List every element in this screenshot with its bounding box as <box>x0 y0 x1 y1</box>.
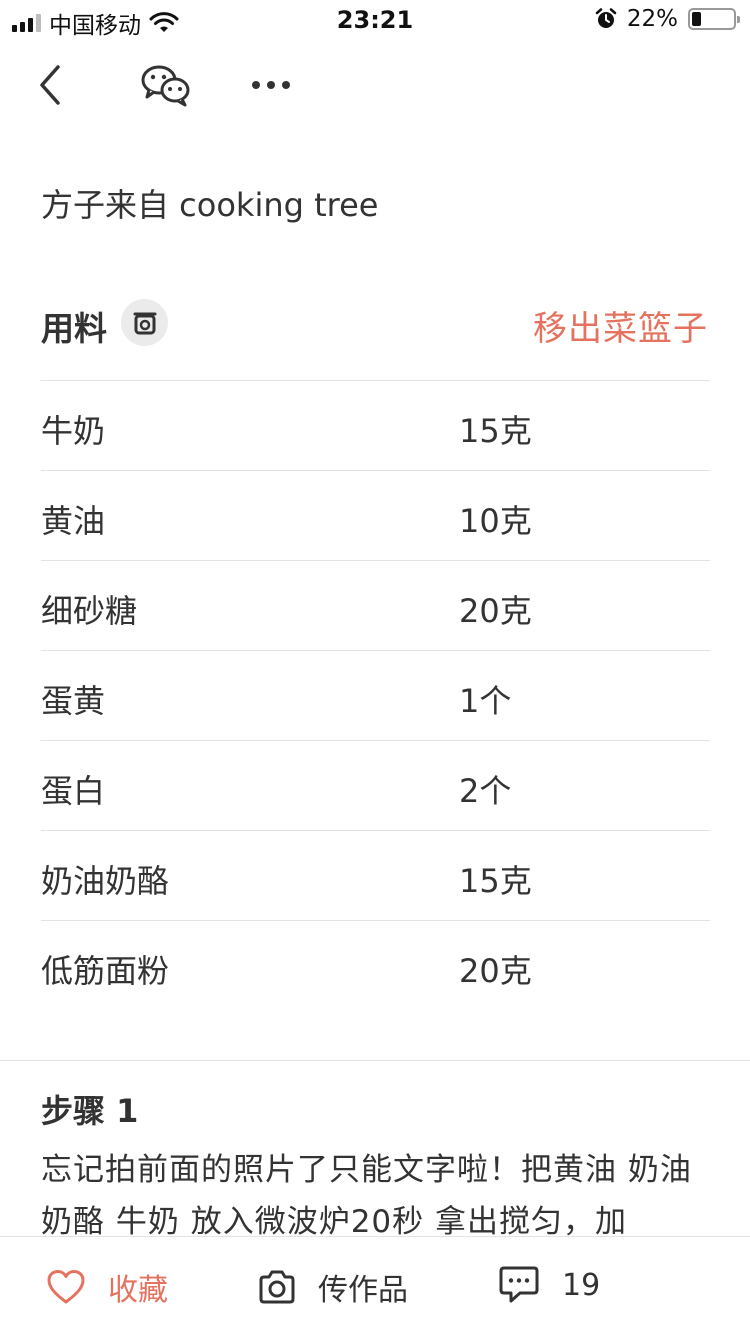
ingredients-header: 用料 移出菜篮子 <box>41 296 710 352</box>
ingredient-quantity: 15克 <box>459 862 532 900</box>
favorite-label: 收藏 <box>108 1273 168 1308</box>
ingredient-quantity: 20克 <box>459 592 532 630</box>
ingredient-name: 奶油奶酪 <box>41 862 170 900</box>
scale-button[interactable] <box>121 299 168 346</box>
nav-bar <box>0 44 750 124</box>
recipe-source: 方子来自 cooking tree <box>41 186 379 224</box>
upload-work-button[interactable]: 传作品 <box>258 1265 408 1309</box>
ingredient-name: 蛋白 <box>41 772 106 810</box>
kitchen-scale-icon <box>133 312 156 334</box>
back-button[interactable] <box>30 60 70 110</box>
heart-icon <box>47 1270 85 1304</box>
remove-from-basket-button[interactable]: 移出菜篮子 <box>533 301 708 350</box>
ingredient-row: 蛋白 2个 <box>41 740 710 830</box>
ingredient-quantity: 10克 <box>459 502 532 540</box>
more-button[interactable] <box>244 60 298 110</box>
wechat-share-button[interactable] <box>138 60 194 110</box>
ingredient-quantity: 1个 <box>459 682 512 720</box>
status-bar: 中国移动 23:21 22% <box>0 0 750 40</box>
comment-count: 19 <box>562 1267 601 1303</box>
step-text: 忘记拍前面的照片了只能文字啦！把黄油 奶油奶酪 牛奶 放入微波炉20秒 拿出搅匀… <box>41 1152 692 1240</box>
ingredient-row: 牛奶 15克 <box>41 380 710 470</box>
ingredient-row: 奶油奶酪 15克 <box>41 830 710 920</box>
comments-button[interactable]: 19 <box>498 1265 600 1305</box>
comment-icon <box>499 1266 539 1303</box>
upload-work-label: 传作品 <box>318 1273 408 1308</box>
ingredient-name: 黄油 <box>41 502 106 540</box>
recipe-page: 中国移动 23:21 22% 方子来自 cooking tree 用料 移出菜篮… <box>0 0 750 1334</box>
battery-fill <box>692 12 701 26</box>
more-icon <box>252 81 290 89</box>
back-icon <box>40 65 60 105</box>
ingredient-name: 蛋黄 <box>41 682 106 720</box>
step-title: 步骤 1 <box>41 1092 139 1130</box>
ingredients-table: 牛奶 15克 黄油 10克 细砂糖 20克 蛋黄 1个 蛋白 2个 奶油奶酪 15克 低筋面粉 20克 <box>41 380 710 1010</box>
ingredient-row: 蛋黄 1个 <box>41 650 710 740</box>
alarm-icon <box>595 8 617 28</box>
ingredient-quantity: 20克 <box>459 952 532 990</box>
ingredient-name: 牛奶 <box>41 412 106 450</box>
ingredient-name: 细砂糖 <box>41 592 138 630</box>
ingredient-row: 细砂糖 20克 <box>41 560 710 650</box>
ingredient-quantity: 15克 <box>459 412 532 450</box>
ingredient-quantity: 2个 <box>459 772 512 810</box>
camera-icon <box>259 1270 295 1304</box>
favorite-button[interactable]: 收藏 <box>46 1265 168 1309</box>
status-right: 22% <box>595 6 740 32</box>
ingredient-row: 低筋面粉 20克 <box>41 920 710 1010</box>
ingredient-name: 低筋面粉 <box>41 952 170 990</box>
ingredients-title: 用料 <box>41 309 107 348</box>
ingredient-row: 黄油 10克 <box>41 470 710 560</box>
section-divider <box>0 1060 750 1061</box>
bottom-bar: 收藏 传作品 19 <box>0 1236 750 1334</box>
battery-percent: 22% <box>626 6 678 32</box>
battery-icon <box>688 8 740 30</box>
wechat-icon <box>141 65 190 107</box>
